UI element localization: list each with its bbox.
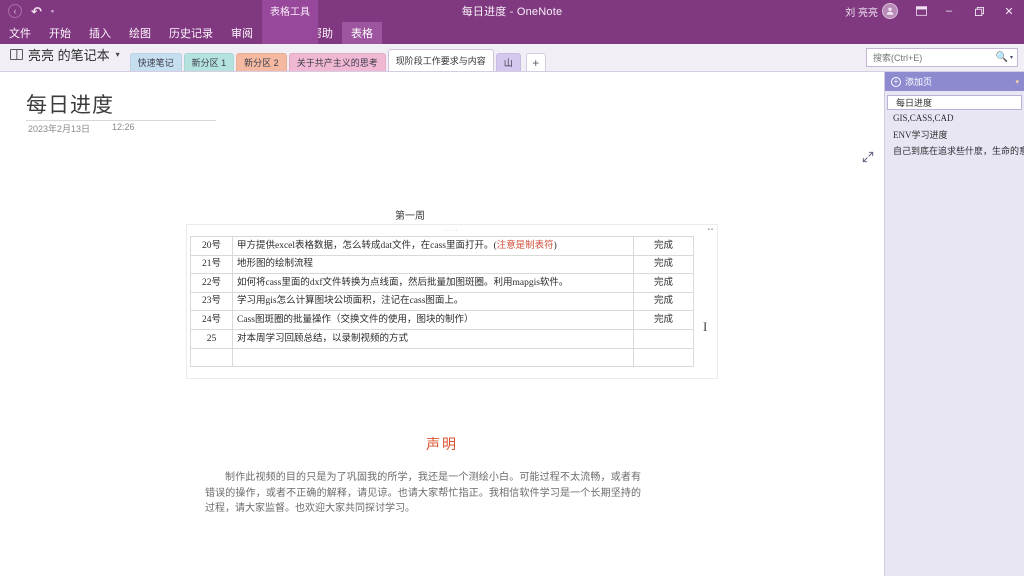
section-tab-current-work[interactable]: 现阶段工作要求与内容	[387, 49, 494, 71]
page-list-item-env-progress[interactable]: ENV学习进度	[885, 126, 1024, 142]
search-dropdown-caret-icon[interactable]: ▾	[1010, 54, 1013, 61]
menu-item-home[interactable]: 开始	[40, 22, 80, 44]
cell-status[interactable]: 完成	[633, 273, 694, 293]
cell-description[interactable]: 甲方提供excel表格数据，怎么转成dat文件，在cass里面打开。(注意是制表…	[232, 236, 634, 256]
add-page-button[interactable]: + 添加页 ▾	[885, 72, 1024, 91]
section-tab-quick-notes[interactable]: 快速笔记	[129, 53, 182, 71]
table-row[interactable]: 23号 学习用gis怎么计算图块公顷面积，注记在cass图面上。 完成	[190, 291, 694, 312]
cell-description[interactable]: 地形图的绘制流程	[232, 254, 634, 275]
section-tab-mountain[interactable]: 山	[495, 53, 521, 71]
page-time[interactable]: 12:26	[112, 122, 135, 132]
table-resize-grip[interactable]: ▪▪	[708, 227, 714, 233]
add-page-label: 添加页	[905, 77, 933, 87]
cell-status[interactable]: 完成	[633, 291, 694, 312]
table-row[interactable]: 22号 如何将cass里面的dxf文件转换为点线面，然后批量加图斑圈。利用map…	[190, 273, 694, 293]
table-handle-dots: ····	[445, 227, 459, 234]
cell-status[interactable]: 完成	[633, 310, 694, 330]
search-box[interactable]: 🔍 ▾	[866, 48, 1018, 67]
more-icon[interactable]: ▪	[51, 6, 54, 16]
add-section-button[interactable]: +	[525, 53, 546, 71]
ribbon-display-options-icon[interactable]	[908, 0, 934, 22]
cell-description[interactable]: 如何将cass里面的dxf文件转换为点线面，然后批量加图斑圈。利用mapgis软…	[232, 273, 634, 293]
page-list-item-reflection[interactable]: 自己到底在追求些什麽，生命的意	[885, 142, 1024, 158]
chevron-down-icon: ▾	[115, 50, 120, 59]
table-move-handle[interactable]: ····	[187, 225, 717, 236]
table-row[interactable]	[190, 347, 694, 368]
table-row[interactable]: 25 对本周学习回顾总结，以录制视频的方式	[190, 328, 694, 349]
declaration-title[interactable]: 声明	[0, 434, 884, 454]
restore-button[interactable]	[964, 0, 994, 22]
cell-number[interactable]: 22号	[190, 273, 233, 293]
cell-number[interactable]: 20号	[190, 236, 233, 256]
text-cursor-icon: I	[703, 319, 708, 334]
avatar[interactable]	[882, 3, 898, 19]
table-row[interactable]: 21号 地形图的绘制流程 完成	[190, 254, 694, 275]
search-icon[interactable]: 🔍	[996, 52, 1008, 63]
page-list: 每日进度 GIS,CASS,CAD ENV学习进度 自己到底在追求些什麽，生命的…	[885, 91, 1024, 158]
notebook-selector[interactable]: 亮亮 的笔记本 ▾	[0, 43, 130, 71]
menu-item-file[interactable]: 文件	[0, 22, 40, 44]
cell-number[interactable]: 24号	[190, 310, 233, 330]
page-date[interactable]: 2023年2月13日	[28, 122, 90, 135]
minimize-button[interactable]: –	[934, 0, 964, 22]
table-container[interactable]: ···· ▪▪ 20号 甲方提供excel表格数据，怎么转成dat文件，在cas…	[186, 224, 718, 379]
section-tab-bar: 亮亮 的笔记本 ▾ 快速笔记 新分区 1 新分区 2 关于共产主义的思考 现阶段…	[0, 44, 1024, 72]
section-tab-communism[interactable]: 关于共产主义的思考	[288, 53, 386, 71]
desc-tail: )	[553, 240, 557, 251]
page-list-item-daily-progress[interactable]: 每日进度	[887, 95, 1022, 110]
close-button[interactable]: ✕	[994, 0, 1024, 22]
plus-circle-icon: +	[891, 76, 901, 87]
week-heading[interactable]: 第一周	[395, 207, 425, 222]
menu-item-history[interactable]: 历史记录	[160, 22, 222, 44]
search-input[interactable]	[871, 51, 994, 64]
cell-status[interactable]: 完成	[633, 236, 694, 256]
undo-icon[interactable]: ↶	[31, 5, 42, 18]
quick-access-toolbar: ‹ ↶ ▪	[0, 4, 54, 18]
desc-highlight: 注意是制表符	[496, 240, 554, 251]
cell-description[interactable]: 学习用gis怎么计算图块公顷面积，注记在cass图面上。	[232, 291, 634, 312]
page-list-pane: + 添加页 ▾ 每日进度 GIS,CASS,CAD ENV学习进度 自己到底在追…	[884, 72, 1024, 576]
section-tab-new-1[interactable]: 新分区 1	[183, 53, 235, 71]
cell-number[interactable]: 23号	[190, 291, 233, 312]
table-row[interactable]: 24号 Cass图斑圈的批量操作（交换文件的使用，图块的制作） 完成	[190, 310, 694, 330]
contextual-tools-label: 表格工具	[262, 0, 318, 44]
page-title[interactable]: 每日进度	[26, 89, 114, 119]
progress-table[interactable]: 20号 甲方提供excel表格数据，怎么转成dat文件，在cass里面打开。(注…	[190, 236, 694, 368]
table-row[interactable]: 20号 甲方提供excel表格数据，怎么转成dat文件，在cass里面打开。(注…	[190, 236, 694, 256]
section-tab-new-2[interactable]: 新分区 2	[236, 53, 287, 71]
notebook-name: 亮亮 的笔记本	[28, 48, 110, 63]
menu-item-insert[interactable]: 插入	[80, 22, 120, 44]
menu-item-draw[interactable]: 绘图	[120, 22, 160, 44]
title-bar: ‹ ↶ ▪ 每日进度 - OneNote 刘 亮亮 – ✕	[0, 0, 1024, 22]
page-canvas[interactable]: 每日进度 2023年2月13日 12:26 第一周 ···· ▪▪ 20号 甲方…	[0, 72, 884, 576]
menu-bar: 文件 开始 插入 绘图 历史记录 审阅 视图 帮助 表格	[0, 22, 1024, 44]
cell-description[interactable]: 对本周学习回顾总结，以录制视频的方式	[232, 328, 634, 349]
cell-number[interactable]: 21号	[190, 254, 233, 275]
menu-item-review[interactable]: 审阅	[222, 22, 262, 44]
title-divider	[26, 120, 216, 121]
cell-number[interactable]	[190, 347, 233, 368]
page-list-item-gis-cass-cad[interactable]: GIS,CASS,CAD	[885, 110, 1024, 126]
cell-status[interactable]	[633, 328, 694, 349]
window-controls: 刘 亮亮 – ✕	[845, 0, 1024, 22]
menu-item-table[interactable]: 表格	[342, 22, 382, 44]
expand-arrows-icon[interactable]	[862, 151, 874, 166]
declaration-body[interactable]: 制作此视频的目的只是为了巩固我的所学，我还是一个测绘小白。可能过程不太流畅，或者…	[205, 470, 641, 517]
account-name[interactable]: 刘 亮亮	[845, 4, 878, 19]
notebook-icon	[10, 49, 23, 60]
cell-description[interactable]: Cass图斑圈的批量操作（交换文件的使用，图块的制作）	[232, 310, 634, 330]
chevron-down-icon[interactable]: ▾	[1015, 78, 1019, 86]
onenote-window: ‹ ↶ ▪ 每日进度 - OneNote 刘 亮亮 – ✕ 文件 开始 插入 绘…	[0, 0, 1024, 576]
back-icon[interactable]: ‹	[8, 4, 22, 18]
desc-text: 甲方提供excel表格数据，怎么转成dat文件，在cass里面打开。(	[237, 240, 497, 251]
cell-status[interactable]: 完成	[633, 254, 694, 275]
cell-number[interactable]: 25	[190, 328, 233, 349]
section-tabs: 快速笔记 新分区 1 新分区 2 关于共产主义的思考 现阶段工作要求与内容 山 …	[129, 43, 546, 71]
cell-description[interactable]	[232, 347, 634, 368]
cell-status[interactable]	[633, 347, 694, 368]
